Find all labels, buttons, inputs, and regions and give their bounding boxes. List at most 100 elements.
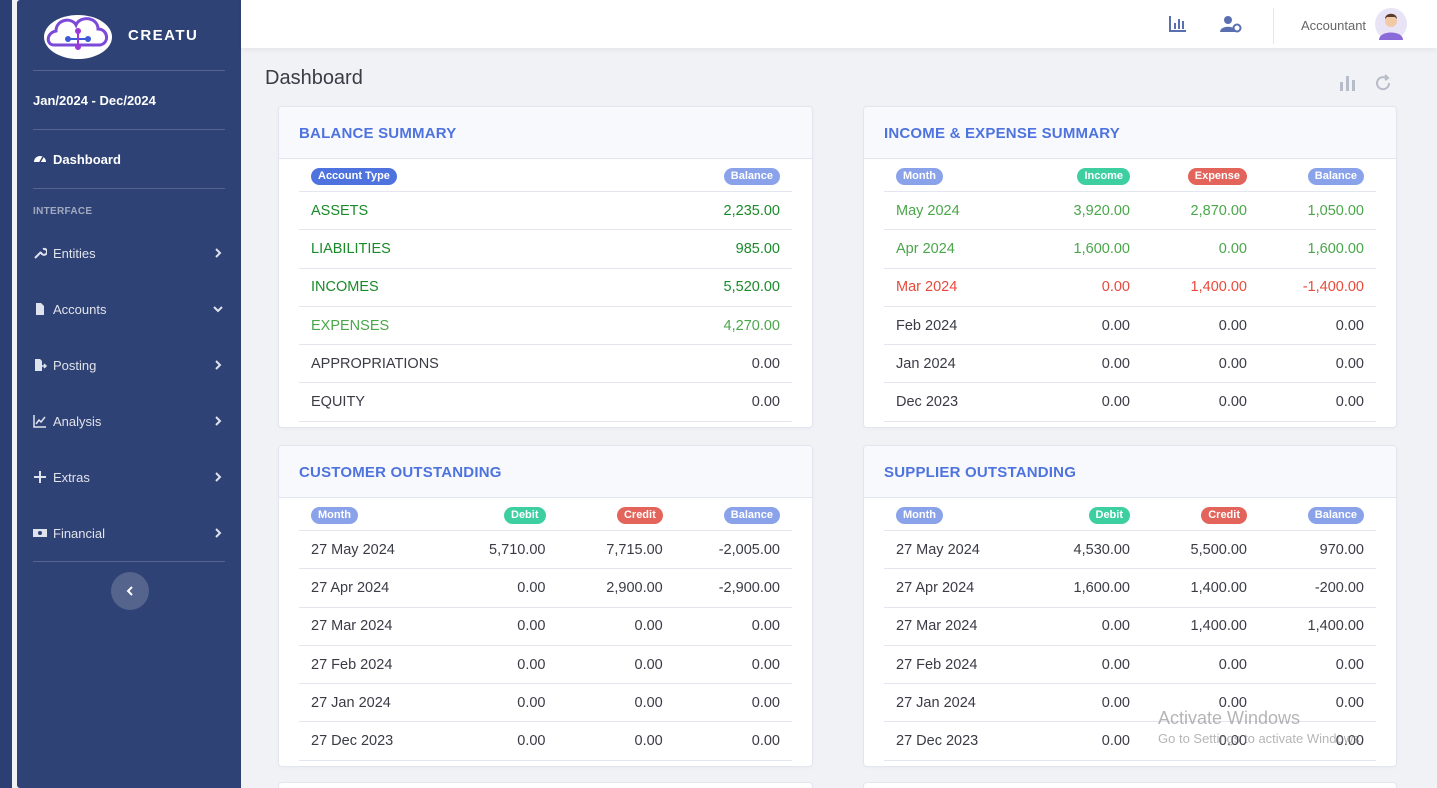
balance-cell: 5,520.00 <box>723 279 780 296</box>
table-row[interactable]: Apr 2024 1,600.00 0.00 1,600.00 <box>884 230 1376 269</box>
watermark-title: Activate Windows <box>1158 708 1301 728</box>
balance-cell: 1,600.00 <box>1307 240 1364 257</box>
credit-cell: 7,715.00 <box>606 541 663 558</box>
header-credit[interactable]: Credit <box>616 506 663 524</box>
user-name[interactable]: Accountant <box>1301 18 1366 33</box>
sidebar-toggle-button[interactable] <box>111 572 149 610</box>
table-row[interactable]: 27 Mar 2024 0.00 1,400.00 1,400.00 <box>884 608 1376 646</box>
debit-cell: 0.00 <box>1101 656 1130 673</box>
debit-cell: 0.00 <box>517 733 546 750</box>
table-row[interactable]: EQUITY 0.00 <box>299 383 792 422</box>
account-type-cell: ASSETS <box>311 202 369 219</box>
account-type-cell: EQUITY <box>311 394 365 411</box>
header-balance[interactable]: Balance <box>1307 506 1364 524</box>
table-row[interactable]: 27 Apr 2024 0.00 2,900.00 -2,900.00 <box>299 569 792 608</box>
topbar-divider <box>1273 8 1274 44</box>
chevron-right-icon <box>215 360 222 370</box>
balance-cell: 985.00 <box>735 240 780 257</box>
sidebar-divider <box>33 561 225 562</box>
table-row[interactable]: 27 Feb 2024 0.00 0.00 0.00 <box>299 646 792 685</box>
table-row[interactable]: Dec 2023 0.00 0.00 0.00 <box>884 383 1376 422</box>
credit-cell: 1,400.00 <box>1190 579 1247 596</box>
month-cell: May 2024 <box>896 202 960 219</box>
balance-cell: -2,900.00 <box>718 579 780 596</box>
table-row[interactable]: 27 Jan 2024 0.00 0.00 0.00 <box>299 684 792 723</box>
header-debit[interactable]: Debit <box>1088 506 1130 524</box>
period-range[interactable]: Jan/2024 - Dec/2024 <box>17 71 241 129</box>
chevron-right-icon <box>215 248 222 258</box>
header-balance[interactable]: Balance <box>1307 167 1364 185</box>
table-row[interactable]: May 2024 3,920.00 2,870.00 1,050.00 <box>884 192 1376 231</box>
credit-cell: 0.00 <box>1218 656 1247 673</box>
table-row[interactable]: EXPENSES 4,270.00 <box>299 307 792 346</box>
table-row[interactable]: LIABILITIES 985.00 <box>299 230 792 269</box>
account-type-cell: APPROPRIATIONS <box>311 355 439 372</box>
avatar[interactable] <box>1375 8 1407 40</box>
card-title: INCOME & EXPENSE SUMMARY <box>864 107 1396 159</box>
sidebar-item-dashboard[interactable]: Dashboard <box>17 130 241 188</box>
table-row[interactable]: APPROPRIATIONS 0.00 <box>299 345 792 384</box>
sidebar-heading: INTERFACE <box>33 206 93 217</box>
income-expense-summary-card: INCOME & EXPENSE SUMMARY Month Income Ex… <box>863 106 1397 428</box>
table-row[interactable]: ASSETS 2,235.00 <box>299 192 792 231</box>
header-month[interactable]: Month <box>896 167 943 185</box>
balance-cell: 0.00 <box>751 656 780 673</box>
card-edge <box>278 782 813 788</box>
file-icon <box>36 303 44 315</box>
header-balance[interactable]: Balance <box>723 506 780 524</box>
month-cell: 27 May 2024 <box>311 541 395 558</box>
sidebar-item-label: Posting <box>53 357 97 373</box>
income-expense-table: Month Income Expense Balance May 2024 3,9… <box>884 159 1376 422</box>
income-cell: 0.00 <box>1101 317 1130 334</box>
sidebar-item-accounts[interactable]: Accounts <box>17 281 241 337</box>
credit-cell: 0.00 <box>634 733 663 750</box>
table-row[interactable]: 27 May 2024 4,530.00 5,500.00 970.00 <box>884 531 1376 570</box>
balance-cell: -1,400.00 <box>1302 279 1364 296</box>
table-row[interactable]: 27 Mar 2024 0.00 0.00 0.00 <box>299 608 792 646</box>
header-income[interactable]: Income <box>1077 167 1130 185</box>
header-credit[interactable]: Credit <box>1201 506 1247 524</box>
sidebar-item-entities[interactable]: Entities <box>17 225 241 281</box>
table-row[interactable]: Jan 2024 0.00 0.00 0.00 <box>884 345 1376 384</box>
chevron-right-icon <box>215 528 222 538</box>
table-row[interactable]: 27 May 2024 5,710.00 7,715.00 -2,005.00 <box>299 531 792 570</box>
bar-chart-icon[interactable] <box>1338 74 1356 92</box>
table-row[interactable]: INCOMES 5,520.00 <box>299 269 792 307</box>
chevron-right-icon <box>215 416 222 426</box>
month-cell: 27 Apr 2024 <box>311 579 390 596</box>
month-cell: 27 Dec 2023 <box>311 733 394 750</box>
header-balance[interactable]: Balance <box>723 167 780 185</box>
header-month[interactable]: Month <box>311 506 358 524</box>
table-row[interactable]: 27 Dec 2023 0.00 0.00 0.00 <box>299 722 792 761</box>
sidebar-item-analysis[interactable]: Analysis <box>17 393 241 449</box>
balance-cell: -2,005.00 <box>718 541 780 558</box>
income-cell: 3,920.00 <box>1073 202 1130 219</box>
table-row[interactable]: Feb 2024 0.00 0.00 0.00 <box>884 307 1376 346</box>
customer-outstanding-table: Month Debit Credit Balance 27 May 2024 5,… <box>299 498 792 761</box>
table-row[interactable]: 27 Apr 2024 1,600.00 1,400.00 -200.00 <box>884 569 1376 608</box>
money-icon <box>33 529 47 537</box>
month-cell: Mar 2024 <box>896 279 958 296</box>
sidebar-item-posting[interactable]: Posting <box>17 337 241 393</box>
debit-cell: 0.00 <box>517 618 546 635</box>
sidebar-item-extras[interactable]: Extras <box>17 449 241 505</box>
header-account-type[interactable]: Account Type <box>311 167 397 185</box>
page-title: Dashboard <box>265 67 363 89</box>
chart-area-icon <box>33 415 46 428</box>
balance-cell: 0.00 <box>1335 656 1364 673</box>
header-debit[interactable]: Debit <box>504 506 546 524</box>
month-cell: 27 May 2024 <box>896 541 980 558</box>
sidebar-item-financial[interactable]: Financial <box>17 505 241 561</box>
refresh-icon[interactable] <box>1374 74 1392 92</box>
table-row[interactable]: 27 Feb 2024 0.00 0.00 0.00 <box>884 646 1376 685</box>
header-month[interactable]: Month <box>896 506 943 524</box>
bar-chart-icon[interactable] <box>1169 15 1187 33</box>
user-cog-icon[interactable] <box>1220 15 1242 33</box>
brand[interactable]: CREATU <box>17 0 241 70</box>
balance-cell: 0.00 <box>751 618 780 635</box>
header-expense[interactable]: Expense <box>1187 167 1247 185</box>
month-cell: Feb 2024 <box>896 317 958 334</box>
table-row[interactable]: Mar 2024 0.00 1,400.00 -1,400.00 <box>884 269 1376 307</box>
debit-cell: 1,600.00 <box>1073 579 1130 596</box>
account-type-cell: INCOMES <box>311 279 379 296</box>
